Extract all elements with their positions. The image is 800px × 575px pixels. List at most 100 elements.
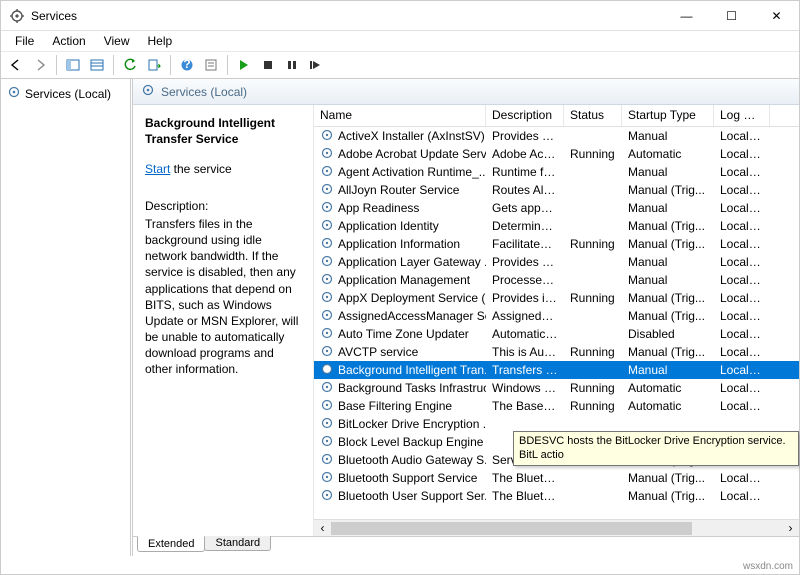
scroll-left-button[interactable]: ‹	[314, 521, 331, 536]
service-icon	[320, 200, 334, 217]
table-row[interactable]: Background Intelligent Tran...Transfers …	[314, 361, 799, 379]
detail-panel: Background Intelligent Transfer Service …	[133, 105, 313, 536]
table-row[interactable]: ActiveX Installer (AxInstSV)Provides Us.…	[314, 127, 799, 145]
scroll-track[interactable]	[331, 521, 782, 536]
cell-startup-type: Manual (Trig...	[622, 290, 714, 306]
gear-icon	[141, 83, 155, 100]
table-row[interactable]: Application IdentityDetermines ...Manual…	[314, 217, 799, 235]
minimize-button[interactable]: —	[664, 1, 709, 30]
pause-service-button[interactable]	[281, 54, 303, 76]
col-startup-type[interactable]: Startup Type	[622, 105, 714, 126]
col-status[interactable]: Status	[564, 105, 622, 126]
table-row[interactable]: Application Layer Gateway ...Provides su…	[314, 253, 799, 271]
table-row[interactable]: Bluetooth Support ServiceThe Bluetoo...M…	[314, 469, 799, 487]
gear-icon	[7, 85, 21, 102]
table-row[interactable]: AVCTP serviceThis is Audi...RunningManua…	[314, 343, 799, 361]
stop-service-button[interactable]	[257, 54, 279, 76]
console-tree[interactable]: Services (Local)	[1, 79, 131, 556]
menu-file[interactable]: File	[7, 32, 42, 50]
tab-extended[interactable]: Extended	[137, 536, 205, 552]
service-icon	[320, 398, 334, 415]
scroll-right-button[interactable]: ›	[782, 521, 799, 536]
export-list-button[interactable]	[143, 54, 165, 76]
close-button[interactable]: ✕	[754, 1, 799, 30]
cell-log-on-as	[714, 423, 770, 425]
refresh-button[interactable]	[119, 54, 141, 76]
cell-log-on-as: Local Sy	[714, 290, 770, 306]
help-button[interactable]: ?	[176, 54, 198, 76]
cell-description: The Bluetoo...	[486, 488, 564, 504]
menu-view[interactable]: View	[96, 32, 138, 50]
table-row[interactable]: Base Filtering EngineThe Base Fil...Runn…	[314, 397, 799, 415]
horizontal-scrollbar[interactable]: ‹ ›	[314, 519, 799, 536]
tab-standard[interactable]: Standard	[204, 536, 271, 551]
cell-log-on-as: Local Se	[714, 182, 770, 198]
cell-name: Background Intelligent Tran...	[314, 361, 486, 380]
cell-log-on-as: Local Sy	[714, 236, 770, 252]
table-row[interactable]: Background Tasks Infrastruc...Windows in…	[314, 379, 799, 397]
services-list[interactable]: Name Description Status Startup Type Log…	[313, 105, 799, 536]
cell-status: Running	[564, 290, 622, 306]
scroll-thumb[interactable]	[331, 522, 692, 535]
column-headers[interactable]: Name Description Status Startup Type Log…	[314, 105, 799, 127]
cell-description: This is Audi...	[486, 344, 564, 360]
start-link[interactable]: Start	[145, 162, 170, 176]
content-heading: Services (Local)	[161, 85, 247, 99]
table-row[interactable]: AppX Deployment Service (...Provides inf…	[314, 289, 799, 307]
col-description[interactable]: Description	[486, 105, 564, 126]
service-icon	[320, 326, 334, 343]
col-log-on-as[interactable]: Log On As	[714, 105, 770, 126]
description-body: Transfers files in the background using …	[145, 216, 301, 378]
table-row[interactable]: Auto Time Zone UpdaterAutomatica...Disab…	[314, 325, 799, 343]
properties-button[interactable]	[200, 54, 222, 76]
back-button[interactable]	[5, 54, 27, 76]
cell-status	[564, 477, 622, 479]
cell-name: AVCTP service	[314, 343, 486, 362]
cell-log-on-as: Local Se	[714, 398, 770, 414]
cell-log-on-as: Local Sy	[714, 200, 770, 216]
cell-startup-type: Manual (Trig...	[622, 470, 714, 486]
workspace: Services (Local) Services (Local) Backgr…	[1, 79, 799, 556]
menu-help[interactable]: Help	[140, 32, 181, 50]
menu-bar: File Action View Help	[1, 31, 799, 51]
cell-startup-type: Manual (Trig...	[622, 308, 714, 324]
cell-name: Background Tasks Infrastruc...	[314, 379, 486, 398]
table-row[interactable]: AssignedAccessManager Se...AssignedAc...…	[314, 307, 799, 325]
table-row[interactable]: Application InformationFacilitates t...R…	[314, 235, 799, 253]
cell-status	[564, 495, 622, 497]
cell-name: AllJoyn Router Service	[314, 181, 486, 200]
cell-status	[564, 261, 622, 263]
col-name[interactable]: Name	[314, 105, 486, 126]
show-hide-action-pane-button[interactable]	[86, 54, 108, 76]
cell-log-on-as: Local Se	[714, 254, 770, 270]
tree-node-services-local[interactable]: Services (Local)	[3, 83, 128, 104]
cell-name: Agent Activation Runtime_...	[314, 163, 486, 182]
cell-name: Base Filtering Engine	[314, 397, 486, 416]
cell-startup-type: Manual	[622, 254, 714, 270]
show-hide-console-tree-button[interactable]	[62, 54, 84, 76]
cell-log-on-as: Local Se	[714, 470, 770, 486]
restart-service-button[interactable]	[305, 54, 327, 76]
maximize-button[interactable]: ☐	[709, 1, 754, 30]
table-row[interactable]: Application ManagementProcesses in...Man…	[314, 271, 799, 289]
cell-description: Automatica...	[486, 326, 564, 342]
action-line: Start the service	[145, 161, 301, 177]
cell-description: Provides su...	[486, 254, 564, 270]
cell-startup-type: Manual	[622, 362, 714, 378]
cell-description: Determines ...	[486, 218, 564, 234]
menu-action[interactable]: Action	[44, 32, 93, 50]
forward-button[interactable]	[29, 54, 51, 76]
table-row[interactable]: Agent Activation Runtime_...Runtime for.…	[314, 163, 799, 181]
cell-description: Provides Us...	[486, 128, 564, 144]
start-service-button[interactable]	[233, 54, 255, 76]
cell-name: App Readiness	[314, 199, 486, 218]
cell-name: Bluetooth User Support Ser...	[314, 487, 486, 506]
cell-startup-type: Manual (Trig...	[622, 488, 714, 504]
cell-name: Application Information	[314, 235, 486, 254]
table-row[interactable]: Bluetooth User Support Ser...The Bluetoo…	[314, 487, 799, 505]
table-row[interactable]: AllJoyn Router ServiceRoutes AllJo...Man…	[314, 181, 799, 199]
cell-startup-type: Manual (Trig...	[622, 182, 714, 198]
cell-description: Gets apps re...	[486, 200, 564, 216]
table-row[interactable]: Adobe Acrobat Update Serv...Adobe Acro..…	[314, 145, 799, 163]
table-row[interactable]: App ReadinessGets apps re...ManualLocal …	[314, 199, 799, 217]
